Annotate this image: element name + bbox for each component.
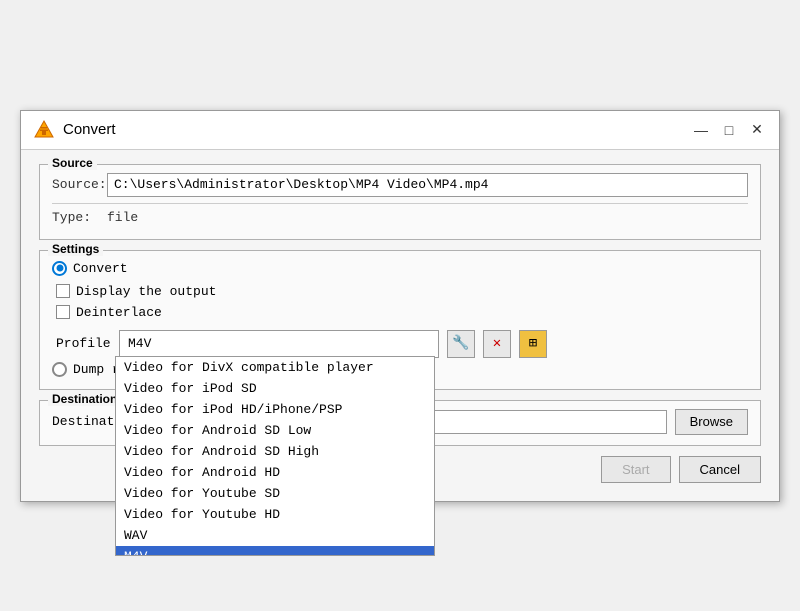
cancel-button[interactable]: Cancel — [679, 456, 761, 483]
title-left: Convert — [33, 119, 116, 141]
display-output-label: Display the output — [76, 284, 216, 299]
display-output-row[interactable]: Display the output — [56, 284, 748, 299]
content-area: Source Source: Type: file Settings Conve… — [21, 150, 779, 501]
maximize-button[interactable]: □ — [719, 120, 739, 140]
deinterlace-label: Deinterlace — [76, 305, 162, 320]
dropdown-item-wav[interactable]: WAV — [116, 525, 434, 546]
vlc-logo — [33, 119, 55, 141]
minimize-button[interactable]: — — [691, 120, 711, 140]
browse-button[interactable]: Browse — [675, 409, 748, 435]
dropdown-item-android-hd[interactable]: Video for Android HD — [116, 462, 434, 483]
convert-radio-row[interactable]: Convert — [52, 261, 748, 276]
source-group-title: Source — [48, 156, 97, 170]
wrench-icon: 🔧 — [452, 335, 469, 352]
dropdown-item-ipod-sd[interactable]: Video for iPod SD — [116, 378, 434, 399]
profile-select[interactable]: Video for DivX compatible player Video f… — [119, 330, 439, 358]
delete-profile-button[interactable]: ✕ — [483, 330, 511, 358]
deinterlace-row[interactable]: Deinterlace — [56, 305, 748, 320]
dropdown-item-youtube-sd[interactable]: Video for Youtube SD — [116, 483, 434, 504]
dropdown-item-ipod-hd[interactable]: Video for iPod HD/iPhone/PSP — [116, 399, 434, 420]
start-button[interactable]: Start — [601, 456, 670, 483]
settings-group-title: Settings — [48, 242, 103, 256]
delete-icon: ✕ — [493, 335, 501, 352]
source-divider — [52, 203, 748, 204]
dropdown-item-m4v[interactable]: M4V — [116, 546, 434, 556]
dropdown-item-android-sd-low[interactable]: Video for Android SD Low — [116, 420, 434, 441]
title-controls: — □ ✕ — [691, 120, 767, 140]
dropdown-item-android-sd-high[interactable]: Video for Android SD High — [116, 441, 434, 462]
dump-raw-radio[interactable] — [52, 362, 67, 377]
main-window: Convert — □ ✕ Source Source: Type: file … — [20, 110, 780, 502]
source-row: Source: — [52, 173, 748, 197]
profile-row: Profile Video for DivX compatible player… — [56, 330, 748, 358]
deinterlace-checkbox[interactable] — [56, 305, 70, 319]
type-row: Type: file — [52, 210, 748, 225]
convert-label: Convert — [73, 261, 128, 276]
new-profile-button[interactable]: ⊞ — [519, 330, 547, 358]
grid-icon: ⊞ — [529, 335, 537, 352]
title-bar: Convert — □ ✕ — [21, 111, 779, 150]
source-label: Source: — [52, 177, 107, 192]
source-input[interactable] — [107, 173, 748, 197]
close-button[interactable]: ✕ — [747, 120, 767, 140]
type-label: Type: — [52, 210, 107, 225]
destination-group-title: Destination — [48, 392, 121, 406]
source-group: Source Source: Type: file — [39, 164, 761, 240]
dropdown-item-divx[interactable]: Video for DivX compatible player — [116, 357, 434, 378]
dropdown-item-youtube-hd[interactable]: Video for Youtube HD — [116, 504, 434, 525]
profile-label: Profile — [56, 336, 111, 351]
dropdown-list[interactable]: Video for DivX compatible player Video f… — [115, 356, 435, 556]
settings-group: Settings Convert Display the output Dein… — [39, 250, 761, 390]
convert-radio[interactable] — [52, 261, 67, 276]
type-value: file — [107, 210, 138, 225]
display-output-checkbox[interactable] — [56, 284, 70, 298]
profile-dropdown-container[interactable]: Video for DivX compatible player Video f… — [119, 330, 439, 358]
wrench-button[interactable]: 🔧 — [447, 330, 475, 358]
window-title: Convert — [63, 121, 116, 138]
